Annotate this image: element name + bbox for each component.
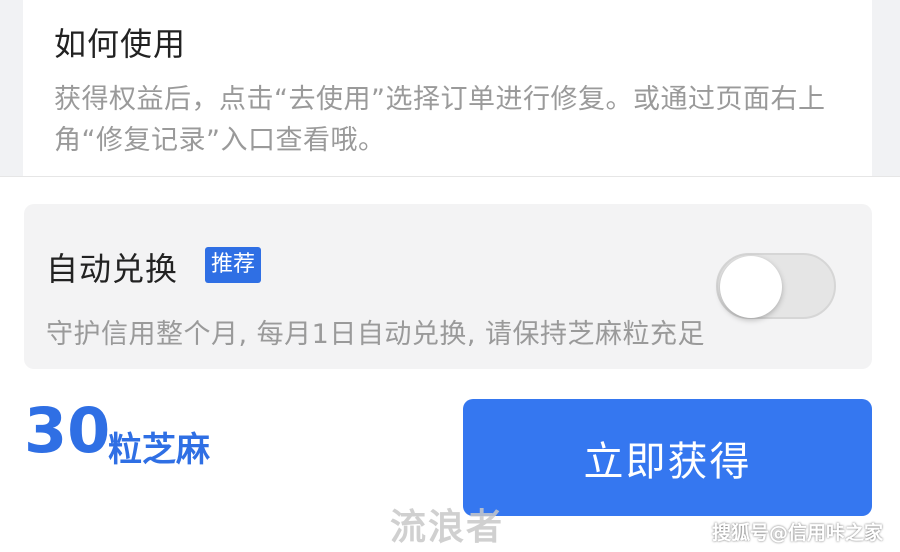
get-now-button[interactable]: 立即获得 [463, 399, 872, 516]
auto-exchange-title: 自动兑换 [46, 250, 179, 288]
toggle-knob [720, 256, 782, 318]
corner-watermark: 搜狐号@信用咔之家 [712, 522, 884, 544]
auto-exchange-card: 自动兑换 推荐 守护信用整个月, 每月1日自动兑换, 请保持芝麻粒充足 [24, 204, 872, 369]
price-unit: 粒芝麻 [108, 430, 210, 470]
how-to-use-section: 如何使用 获得权益后，点击“去使用”选择订单进行修复。或通过页面右上角“修复记录… [23, 0, 872, 176]
purchase-sheet: 自动兑换 推荐 守护信用整个月, 每月1日自动兑换, 请保持芝麻粒充足 30 粒… [0, 176, 900, 552]
how-to-use-description: 获得权益后，点击“去使用”选择订单进行修复。或通过页面右上角“修复记录”入口查看… [54, 84, 826, 156]
auto-exchange-toggle[interactable] [716, 253, 836, 319]
how-to-use-title: 如何使用 [54, 25, 187, 63]
price-amount: 30 [24, 394, 111, 467]
recommend-badge: 推荐 [205, 247, 262, 283]
center-watermark: 流浪者 [390, 507, 505, 548]
auto-exchange-description: 守护信用整个月, 每月1日自动兑换, 请保持芝麻粒充足 [46, 319, 706, 350]
